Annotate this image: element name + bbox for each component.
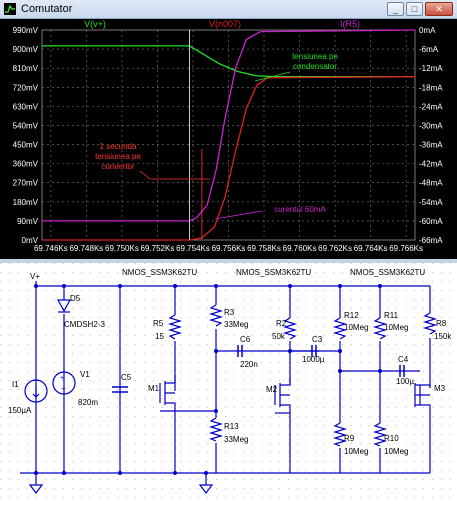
label-c3-val: 1000µ (302, 355, 325, 364)
label-c5: C5 (121, 373, 132, 382)
x-tick: 69.746Ks (34, 244, 68, 253)
y-tick-left: 270mV (13, 179, 39, 188)
y-tick-left: 990mV (13, 26, 39, 35)
label-r13: R13 (224, 422, 239, 431)
y-tick-left: 720mV (13, 83, 39, 92)
close-button[interactable]: ✕ (425, 2, 453, 16)
schematic-pane[interactable]: + − V+ D5 CMDSH2-3 I1 150µA V1 820m C5 R… (0, 263, 457, 500)
annotation-4: convertor (101, 162, 135, 171)
label-i1: I1 (12, 380, 19, 389)
label-r11-val: 10Meg (384, 323, 408, 332)
label-r9-val: 10Meg (344, 447, 368, 456)
y-tick-left: 180mV (13, 198, 39, 207)
y-tick-right: -60mA (419, 217, 443, 226)
waveform-plot[interactable]: 990mV 0mA 900mV -6mA 810mV -12mA 720mV -18mA 630… (0, 19, 457, 261)
y-tick-left: 360mV (13, 160, 39, 169)
y-tick-left: 450mV (13, 141, 39, 150)
label-m1: M1 (148, 384, 160, 393)
waveform-chart: 990mV 0mA 900mV -6mA 810mV -12mA 720mV -18mA 630… (13, 19, 444, 253)
label-i1-val: 150µA (8, 406, 32, 415)
y-tick-right: -12mA (419, 64, 443, 73)
y-tick-left: 900mV (13, 45, 39, 54)
x-tick: 69.758Ks (247, 244, 281, 253)
y-tick-right: -24mA (419, 102, 443, 111)
y-tick-right: -54mA (419, 198, 443, 207)
trace-label-0: V(v+) (84, 19, 106, 29)
label-v1-val: 820m (78, 398, 98, 407)
minimize-button[interactable]: _ (387, 2, 404, 16)
label-c6-val: 220n (240, 360, 258, 369)
y-tick-left: 90mV (17, 217, 39, 226)
annotation-1: condensator (293, 62, 337, 71)
label-r8-val: 150k (434, 332, 452, 341)
annotation-3: tensiunea pe (95, 152, 141, 161)
annot-arrow-magenta (214, 210, 263, 220)
y-tick-right: -18mA (419, 83, 443, 92)
trace-label-2: I(R5) (340, 19, 360, 29)
label-d5: D5 (70, 294, 81, 303)
x-tick: 69.760Ks (283, 244, 317, 253)
label-nmos1: NMOS_SSM3K62TU (122, 268, 197, 277)
label-r5-val: 15 (155, 332, 164, 341)
label-r13-val: 33Meg (224, 435, 248, 444)
y-tick-right: -48mA (419, 179, 443, 188)
x-tick: 69.750Ks (105, 244, 139, 253)
y-tick-right: -30mA (419, 121, 443, 130)
label-r2: R2 (276, 319, 287, 328)
label-r10: R10 (384, 434, 399, 443)
y-tick-left: 630mV (13, 102, 39, 111)
label-d5-model: CMDSH2-3 (64, 320, 105, 329)
annotation-2: 1 secunda (100, 142, 137, 151)
window-titlebar: Comutator _ □ ✕ (0, 0, 457, 19)
label-r8: R8 (436, 319, 447, 328)
y-tick-right: -6mA (419, 45, 439, 54)
label-r9: R9 (344, 434, 355, 443)
label-r11: R11 (384, 311, 399, 320)
label-c4-val: 100µ (396, 377, 414, 386)
svg-text:−: − (61, 384, 66, 393)
label-m3: M3 (434, 384, 446, 393)
x-tick: 69.762Ks (318, 244, 352, 253)
label-vplus: V+ (30, 272, 40, 281)
label-c6: C6 (240, 335, 251, 344)
y-tick-left: 810mV (13, 64, 39, 73)
y-tick-right: -36mA (419, 141, 443, 150)
x-tick: 69.766Ks (389, 244, 423, 253)
svg-text:+: + (60, 375, 64, 382)
y-tick-right: -42mA (419, 160, 443, 169)
label-c3: C3 (312, 335, 323, 344)
annotation-0: tensiunea pe (292, 52, 338, 61)
waveform-icon (4, 3, 16, 15)
label-r2-val: 50k (272, 332, 286, 341)
label-r5: R5 (153, 319, 164, 328)
label-m2: M2 (266, 385, 278, 394)
label-r10-val: 10Meg (384, 447, 408, 456)
schematic-drawing: + − V+ D5 CMDSH2-3 I1 150µA V1 820m C5 R… (0, 263, 457, 500)
label-nmos3: NMOS_SSM3K62TU (350, 268, 425, 277)
trace-label-1: V(n007) (209, 19, 241, 29)
label-r12: R12 (344, 311, 359, 320)
x-tick: 69.754Ks (176, 244, 210, 253)
x-tick: 69.752Ks (141, 244, 175, 253)
label-r12-val: 10Meg (344, 323, 368, 332)
y-tick-left: 540mV (13, 121, 39, 130)
label-c4: C4 (398, 355, 409, 364)
label-nmos2: NMOS_SSM3K62TU (236, 268, 311, 277)
y-tick-right: 0mA (419, 26, 436, 35)
label-v1: V1 (80, 370, 90, 379)
annotation-5: curentul 60mA (274, 205, 326, 214)
maximize-button[interactable]: □ (406, 2, 423, 16)
label-r3-val: 33Meg (224, 320, 248, 329)
annot-arrow-red (139, 170, 210, 180)
x-tick: 69.748Ks (69, 244, 103, 253)
window-title: Comutator (21, 3, 73, 15)
label-r3: R3 (224, 308, 235, 317)
x-tick: 69.764Ks (354, 244, 388, 253)
x-tick: 69.756Ks (212, 244, 246, 253)
